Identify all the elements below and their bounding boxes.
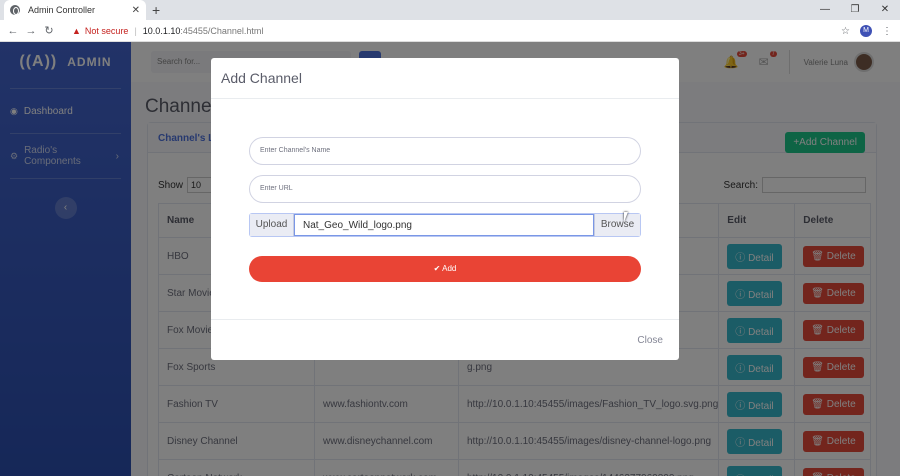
tab-close-icon[interactable]: ✕ [132,5,140,16]
modal-footer: Close [211,319,679,360]
file-upload: Upload Nat_Geo_Wild_logo.png Browse [249,213,641,237]
window-close-button[interactable]: ✕ [870,0,900,20]
new-tab-button[interactable]: + [152,2,160,18]
forward-icon[interactable]: → [22,25,40,37]
file-name-field[interactable]: Nat_Geo_Wild_logo.png [294,214,594,236]
upload-label: Upload [250,214,294,236]
browser-tabstrip: Admin Controller ✕ + — ❐ ✕ [0,0,900,20]
url-input[interactable]: Enter URL [249,175,641,203]
profile-avatar[interactable]: M [860,25,872,37]
modal-title: Add Channel [211,58,679,99]
close-button[interactable]: Close [637,335,663,346]
add-button[interactable]: ✔ Add [249,256,641,282]
add-channel-modal: Add Channel Enter Channel's Name Enter U… [211,58,679,360]
address-bar: ← → ↻ ▲ Not secure | 10.0.1.10:45455/Cha… [0,20,900,42]
maximize-button[interactable]: ❐ [840,0,870,20]
reload-icon[interactable]: ↻ [40,24,58,37]
warning-icon: ▲ [72,25,81,36]
minimize-button[interactable]: — [810,0,840,20]
globe-icon [10,5,20,15]
tab-title: Admin Controller [28,5,96,15]
url-separator: | [134,25,137,36]
window-controls: — ❐ ✕ [810,0,900,20]
browser-tab[interactable]: Admin Controller ✕ [4,0,146,20]
browser-menu-icon[interactable]: ⋮ [882,26,892,37]
url-host[interactable]: 10.0.1.10 [143,26,181,36]
not-secure-label[interactable]: Not secure [85,26,129,36]
mouse-cursor-icon [624,212,632,222]
back-icon[interactable]: ← [4,25,22,37]
browse-button[interactable]: Browse [594,214,640,236]
url-path[interactable]: :45455/Channel.html [180,26,263,36]
channel-name-input[interactable]: Enter Channel's Name [249,137,641,165]
bookmark-star-icon[interactable]: ☆ [841,26,850,37]
